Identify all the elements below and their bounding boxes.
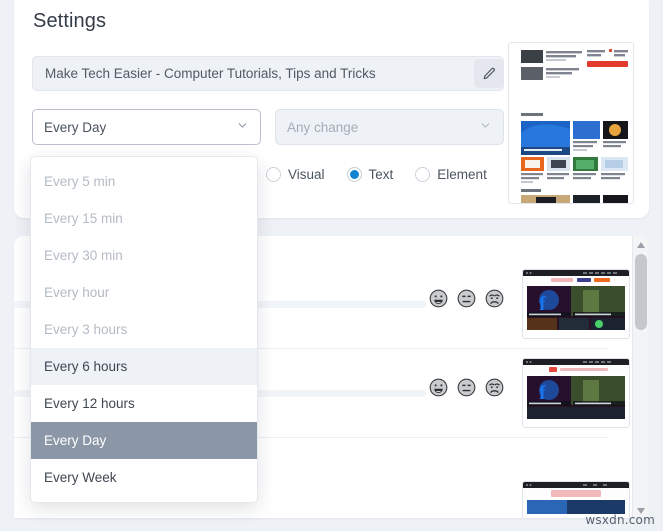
radio-visual[interactable]: Visual <box>266 167 325 182</box>
scrollbar-thumb[interactable] <box>635 254 647 330</box>
neutral-face-icon[interactable] <box>457 289 476 308</box>
chevron-down-icon <box>236 119 249 135</box>
rating-group <box>429 378 504 397</box>
url-input[interactable] <box>32 56 504 91</box>
url-field-row <box>32 56 506 93</box>
radio-text-label: Text <box>368 167 394 182</box>
change-type-select-value: Any change <box>287 119 359 135</box>
scroll-up-button[interactable] <box>633 236 649 252</box>
rating-group <box>429 289 504 308</box>
dropdown-item-every-hour: Every hour <box>44 285 110 300</box>
dropdown-item-every-15-min: Every 15 min <box>44 211 123 226</box>
radio-mark-icon <box>415 167 431 182</box>
happy-face-icon[interactable] <box>429 289 448 308</box>
edit-button[interactable] <box>474 59 504 88</box>
page-preview-thumbnail[interactable] <box>508 42 634 204</box>
happy-face-icon[interactable] <box>429 378 448 397</box>
pencil-icon <box>482 67 496 81</box>
mode-radio-group: Visual Text Element <box>266 167 509 182</box>
dropdown-item-every-3-hours: Every 3 hours <box>44 322 128 337</box>
interval-select-value: Every Day <box>44 119 107 135</box>
dropdown-item-every-week[interactable]: Every Week <box>31 459 257 496</box>
dropdown-item-every-12-hours[interactable]: Every 12 hours <box>31 385 257 422</box>
result-thumbnail[interactable]: f <box>522 358 630 428</box>
dropdown-item-every-5-min: Every 5 min <box>44 174 116 189</box>
neutral-face-icon[interactable] <box>457 378 476 397</box>
interval-select[interactable]: Every Day <box>32 109 261 145</box>
radio-mark-icon <box>266 167 281 182</box>
radio-mark-icon <box>346 167 362 182</box>
radio-visual-label: Visual <box>288 167 325 182</box>
radio-element[interactable]: Element <box>415 167 487 182</box>
results-scrollbar[interactable] <box>632 236 649 518</box>
chevron-down-icon <box>479 119 492 135</box>
dropdown-item-every-30-min: Every 30 min <box>44 248 123 263</box>
sad-face-icon[interactable] <box>485 289 504 308</box>
dropdown-item-every-6-hours[interactable]: Every 6 hours <box>31 348 257 385</box>
triangle-up-icon <box>637 236 645 253</box>
radio-element-label: Element <box>437 167 487 182</box>
dropdown-item-every-day[interactable]: Every Day <box>31 422 257 459</box>
result-thumbnail[interactable]: f <box>522 269 630 339</box>
radio-text[interactable]: Text <box>346 167 394 182</box>
interval-dropdown-menu: Every 5 min Every 15 min Every 30 min Ev… <box>30 156 258 503</box>
watermark: wsxdn.com <box>585 513 655 527</box>
sad-face-icon[interactable] <box>485 378 504 397</box>
change-type-select: Any change <box>275 109 504 145</box>
page-title: Settings <box>33 10 107 32</box>
